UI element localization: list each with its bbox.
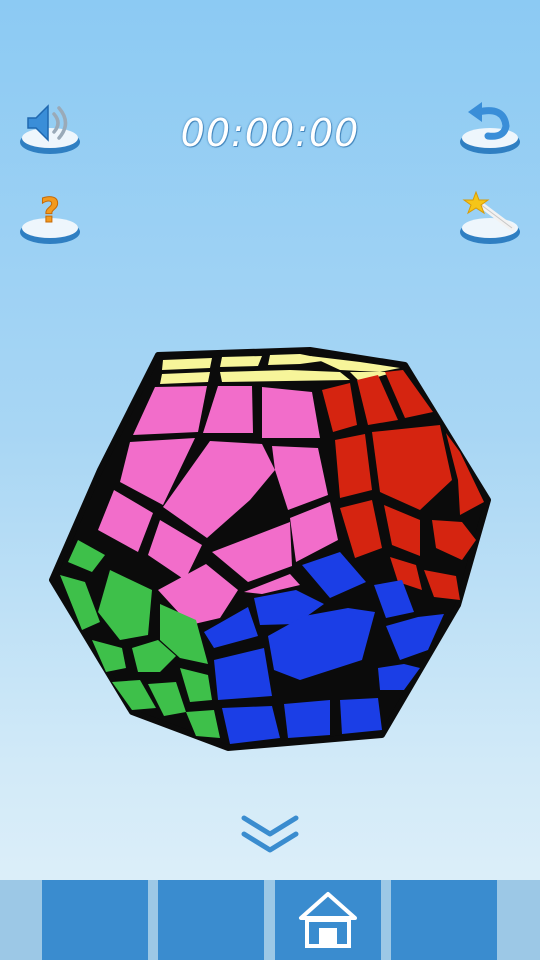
question-icon: ? bbox=[20, 191, 80, 244]
tab-2[interactable] bbox=[158, 880, 264, 960]
home-icon bbox=[299, 892, 357, 948]
sound-button[interactable] bbox=[18, 96, 82, 160]
speaker-icon bbox=[20, 104, 80, 154]
megaminx-puzzle[interactable] bbox=[40, 340, 500, 760]
undo-button[interactable] bbox=[458, 96, 522, 160]
tab-home[interactable] bbox=[275, 880, 381, 960]
tab-1[interactable] bbox=[42, 880, 148, 960]
tab-4[interactable] bbox=[391, 880, 497, 960]
undo-arrow-icon bbox=[460, 102, 520, 154]
magic-wand-icon bbox=[460, 190, 520, 244]
svg-text:?: ? bbox=[40, 191, 60, 231]
double-chevron-down-icon bbox=[241, 815, 299, 853]
help-button[interactable]: ? bbox=[18, 186, 82, 250]
bottom-nav-bar bbox=[0, 880, 540, 960]
solve-button[interactable] bbox=[458, 186, 522, 250]
megaminx-3d-view bbox=[49, 347, 491, 751]
timer-display: 00:00:00 bbox=[180, 111, 360, 155]
expand-button[interactable] bbox=[238, 812, 302, 858]
